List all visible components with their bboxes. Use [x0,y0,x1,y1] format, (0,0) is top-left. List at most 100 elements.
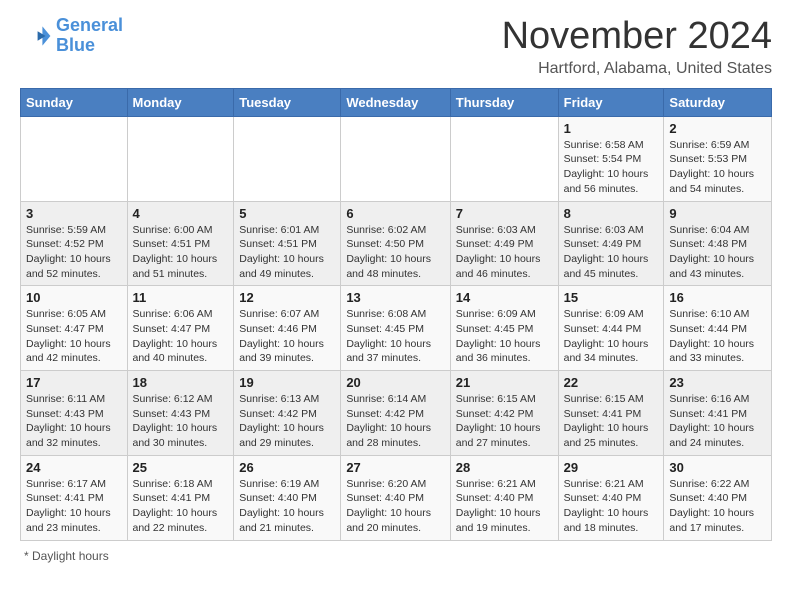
day-info: Sunrise: 6:05 AM Sunset: 4:47 PM Dayligh… [26,307,122,366]
calendar-cell: 20 Sunrise: 6:14 AM Sunset: 4:42 PM Dayli… [341,371,450,456]
day-info: Sunrise: 6:16 AM Sunset: 4:41 PM Dayligh… [669,392,766,451]
calendar-cell: 21 Sunrise: 6:15 AM Sunset: 4:42 PM Dayli… [450,371,558,456]
logo-blue: Blue [56,36,123,56]
day-info: Sunrise: 6:08 AM Sunset: 4:45 PM Dayligh… [346,307,444,366]
calendar-week-1: 1 Sunrise: 6:58 AM Sunset: 5:54 PM Daylig… [21,116,772,201]
calendar-cell: 11Sunrise: 6:06 AM Sunset: 4:47 PM Dayli… [127,286,234,371]
calendar-cell: 10 Sunrise: 6:05 AM Sunset: 4:47 PM Dayli… [21,286,128,371]
day-info: Sunrise: 6:01 AM Sunset: 4:51 PM Dayligh… [239,223,335,282]
day-number: 14 [456,290,553,305]
calendar-cell: 7Sunrise: 6:03 AM Sunset: 4:49 PM Daylig… [450,201,558,286]
day-info: Sunrise: 6:18 AM Sunset: 4:41 PM Dayligh… [133,477,229,536]
subtitle: Hartford, Alabama, United States [502,60,772,78]
day-info: Sunrise: 6:59 AM Sunset: 5:53 PM Dayligh… [669,138,766,197]
day-info: Sunrise: 6:13 AM Sunset: 4:42 PM Dayligh… [239,392,335,451]
day-info: Sunrise: 6:58 AM Sunset: 5:54 PM Dayligh… [564,138,659,197]
calendar-week-2: 3 Sunrise: 5:59 AM Sunset: 4:52 PM Daylig… [21,201,772,286]
day-info: Sunrise: 6:12 AM Sunset: 4:43 PM Dayligh… [133,392,229,451]
day-number: 21 [456,375,553,390]
day-number: 25 [133,460,229,475]
day-header-wednesday: Wednesday [341,88,450,116]
day-number: 15 [564,290,659,305]
day-header-sunday: Sunday [21,88,128,116]
calendar-cell: 6 Sunrise: 6:02 AM Sunset: 4:50 PM Daylig… [341,201,450,286]
day-number: 17 [26,375,122,390]
calendar-cell: 8 Sunrise: 6:03 AM Sunset: 4:49 PM Daylig… [558,201,664,286]
logo-icon [20,20,52,52]
day-header-tuesday: Tuesday [234,88,341,116]
calendar-week-3: 10 Sunrise: 6:05 AM Sunset: 4:47 PM Dayli… [21,286,772,371]
calendar-cell: 12 Sunrise: 6:07 AM Sunset: 4:46 PM Dayli… [234,286,341,371]
calendar-cell: 23 Sunrise: 6:16 AM Sunset: 4:41 PM Dayli… [664,371,772,456]
calendar-cell [450,116,558,201]
day-number: 12 [239,290,335,305]
day-number: 23 [669,375,766,390]
day-info: Sunrise: 6:03 AM Sunset: 4:49 PM Dayligh… [564,223,659,282]
calendar-cell: 2 Sunrise: 6:59 AM Sunset: 5:53 PM Daylig… [664,116,772,201]
day-number: 28 [456,460,553,475]
calendar-cell [21,116,128,201]
calendar-cell: 14Sunrise: 6:09 AM Sunset: 4:45 PM Dayli… [450,286,558,371]
day-number: 27 [346,460,444,475]
day-number: 29 [564,460,659,475]
day-number: 1 [564,121,659,136]
day-number: 4 [133,206,229,221]
calendar-cell: 15 Sunrise: 6:09 AM Sunset: 4:44 PM Dayli… [558,286,664,371]
day-number: 2 [669,121,766,136]
day-number: 3 [26,206,122,221]
day-number: 18 [133,375,229,390]
day-number: 5 [239,206,335,221]
day-info: Sunrise: 5:59 AM Sunset: 4:52 PM Dayligh… [26,223,122,282]
day-number: 13 [346,290,444,305]
calendar-cell: 28 Sunrise: 6:21 AM Sunset: 4:40 PM Dayli… [450,455,558,540]
page-container: General Blue November 2024 Hartford, Ala… [0,0,792,573]
logo-text: General Blue [56,16,123,56]
calendar-cell [341,116,450,201]
day-info: Sunrise: 6:02 AM Sunset: 4:50 PM Dayligh… [346,223,444,282]
day-number: 8 [564,206,659,221]
day-info: Sunrise: 6:10 AM Sunset: 4:44 PM Dayligh… [669,307,766,366]
day-info: Sunrise: 6:21 AM Sunset: 4:40 PM Dayligh… [564,477,659,536]
day-info: Sunrise: 6:15 AM Sunset: 4:42 PM Dayligh… [456,392,553,451]
day-number: 9 [669,206,766,221]
calendar-cell: 1 Sunrise: 6:58 AM Sunset: 5:54 PM Daylig… [558,116,664,201]
calendar-cell: 24Sunrise: 6:17 AM Sunset: 4:41 PM Dayli… [21,455,128,540]
calendar-cell: 29 Sunrise: 6:21 AM Sunset: 4:40 PM Dayli… [558,455,664,540]
day-info: Sunrise: 6:06 AM Sunset: 4:47 PM Dayligh… [133,307,229,366]
day-number: 20 [346,375,444,390]
footer-note: * Daylight hours [20,549,772,563]
day-number: 19 [239,375,335,390]
calendar-cell: 18 Sunrise: 6:12 AM Sunset: 4:43 PM Dayli… [127,371,234,456]
day-info: Sunrise: 6:00 AM Sunset: 4:51 PM Dayligh… [133,223,229,282]
calendar-cell: 30 Sunrise: 6:22 AM Sunset: 4:40 PM Dayli… [664,455,772,540]
day-number: 6 [346,206,444,221]
day-number: 30 [669,460,766,475]
day-header-monday: Monday [127,88,234,116]
day-info: Sunrise: 6:14 AM Sunset: 4:42 PM Dayligh… [346,392,444,451]
calendar-cell: 3 Sunrise: 5:59 AM Sunset: 4:52 PM Daylig… [21,201,128,286]
day-number: 16 [669,290,766,305]
calendar-cell: 17Sunrise: 6:11 AM Sunset: 4:43 PM Dayli… [21,371,128,456]
header-row: General Blue November 2024 Hartford, Ala… [20,16,772,78]
calendar-cell: 9Sunrise: 6:04 AM Sunset: 4:48 PM Daylig… [664,201,772,286]
day-number: 22 [564,375,659,390]
logo: General Blue [20,16,123,56]
day-info: Sunrise: 6:22 AM Sunset: 4:40 PM Dayligh… [669,477,766,536]
day-header-thursday: Thursday [450,88,558,116]
calendar-table: SundayMondayTuesdayWednesdayThursdayFrid… [20,88,772,541]
logo-general: General [56,15,123,35]
daylight-label: Daylight hours [32,549,109,563]
calendar-cell: 19 Sunrise: 6:13 AM Sunset: 4:42 PM Dayli… [234,371,341,456]
day-info: Sunrise: 6:07 AM Sunset: 4:46 PM Dayligh… [239,307,335,366]
day-number: 10 [26,290,122,305]
month-title: November 2024 [502,16,772,58]
day-info: Sunrise: 6:19 AM Sunset: 4:40 PM Dayligh… [239,477,335,536]
day-info: Sunrise: 6:21 AM Sunset: 4:40 PM Dayligh… [456,477,553,536]
day-info: Sunrise: 6:17 AM Sunset: 4:41 PM Dayligh… [26,477,122,536]
calendar-cell: 25 Sunrise: 6:18 AM Sunset: 4:41 PM Dayli… [127,455,234,540]
day-header-saturday: Saturday [664,88,772,116]
day-number: 26 [239,460,335,475]
day-info: Sunrise: 6:03 AM Sunset: 4:49 PM Dayligh… [456,223,553,282]
calendar-header: SundayMondayTuesdayWednesdayThursdayFrid… [21,88,772,116]
day-info: Sunrise: 6:09 AM Sunset: 4:44 PM Dayligh… [564,307,659,366]
